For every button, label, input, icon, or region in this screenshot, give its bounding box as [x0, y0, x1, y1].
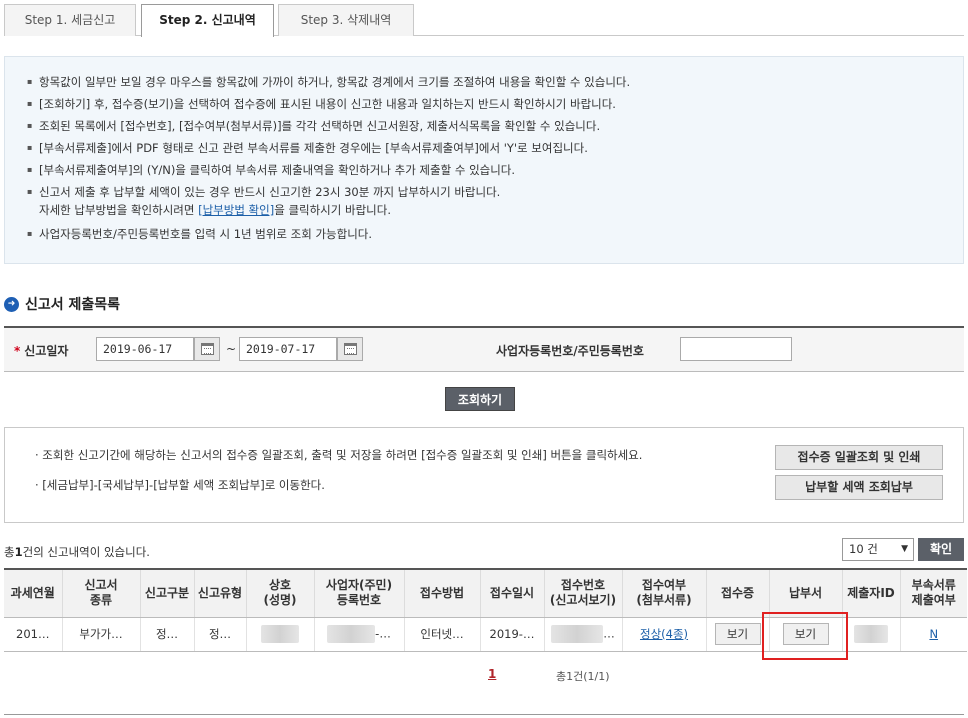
reg-number-suffix: -… — [375, 626, 391, 641]
cell-period: 201… — [4, 617, 63, 652]
redacted-block — [261, 625, 299, 643]
col-header: 신고서 종류 — [62, 568, 141, 618]
result-count: 총1건의 신고내역이 있습니다. — [4, 544, 150, 560]
notice-item: 항목값이 일부만 보일 경우 마우스를 항목값에 가까이 하거나, 항목값 경계… — [27, 71, 630, 93]
date-label: * 신고일자 — [14, 342, 68, 359]
cell-receipt: 보기 — [706, 617, 770, 652]
notice-box: 항목값이 일부만 보일 경우 마우스를 항목값에 가까이 하거나, 항목값 경계… — [4, 56, 964, 264]
table-header-row: 과세연월 신고서 종류 신고구분 신고유형 상호 (성명) 사업자(주민) 등록번호 … — [4, 568, 967, 618]
date-range-separator: ~ — [226, 342, 237, 356]
search-form: * 신고일자 2019-06-17 ~ 2019-07-17 사업자등록번호/주민… — [4, 326, 964, 372]
notice-item-payment: 신고서 제출 후 납부할 세액이 있는 경우 반드시 신고기한 23시 30분 … — [27, 183, 630, 219]
info-text: · 조회한 신고기간에 해당하는 신고서의 접수증 일괄조회, 출력 및 저장을… — [35, 448, 643, 462]
date-to-input[interactable]: 2019-07-17 — [239, 337, 337, 361]
page-size-select[interactable]: 10 건 ▼ — [842, 538, 914, 561]
notice-text: 자세한 납부방법을 확인하시려면 — [39, 203, 199, 217]
results-table: 과세연월 신고서 종류 신고구분 신고유형 상호 (성명) 사업자(주민) 등록번호 … — [4, 568, 967, 652]
date-label-text: 신고일자 — [24, 344, 69, 358]
cell-payment: 보기 — [769, 617, 843, 652]
payment-method-link[interactable]: [납부방법 확인] — [198, 203, 274, 217]
col-header: 제출자ID — [842, 568, 901, 618]
required-mark: * — [14, 344, 21, 358]
cell-status: 정상(4종) — [622, 617, 707, 652]
col-header: 접수증 — [706, 568, 770, 618]
cell-company-name — [246, 617, 315, 652]
redacted-block — [551, 625, 604, 643]
batch-receipt-button[interactable]: 접수증 일괄조회 및 인쇄 — [775, 445, 943, 470]
biz-number-input[interactable] — [680, 337, 792, 361]
date-from-input[interactable]: 2019-06-17 — [96, 337, 194, 361]
col-header: 신고구분 — [140, 568, 195, 618]
notice-item: [부속서류제출]에서 PDF 형태로 신고 관련 부속서류를 제출한 경우에는 … — [27, 137, 630, 159]
calendar-icon[interactable] — [194, 337, 220, 361]
col-header: 접수일시 — [480, 568, 545, 618]
cell-form-type: 부가가… — [62, 617, 141, 652]
divider — [4, 714, 964, 715]
attach-flag-link[interactable]: N — [929, 627, 938, 641]
step-tabs: Step 1. 세금신고 Step 2. 신고내역 Step 3. 삭제내역 — [4, 4, 964, 37]
notice-item: 사업자등록번호/주민등록번호를 입력 시 1년 범위로 조회 가능합니다. — [27, 223, 630, 245]
count-text: 총 — [4, 545, 15, 559]
receipt-number-suffix: … — [603, 626, 615, 641]
chevron-down-icon: ▼ — [901, 544, 908, 554]
col-header: 과세연월 — [4, 568, 63, 618]
section-title: ➜ 신고서 제출목록 — [4, 294, 120, 314]
cell-report-type: 정… — [194, 617, 247, 652]
col-header: 납부서 — [769, 568, 843, 618]
notice-item: 조회된 목록에서 [접수번호], [접수여부(첨부서류)]를 각각 선택하면 신… — [27, 115, 630, 137]
col-header: 상호 (성명) — [246, 568, 315, 618]
cell-reg-number: -… — [314, 617, 405, 652]
search-button[interactable]: 조회하기 — [445, 387, 515, 411]
arrow-circle-icon: ➜ — [4, 296, 19, 312]
tab-step3[interactable]: Step 3. 삭제내역 — [278, 4, 414, 36]
cell-submitter-id — [842, 617, 901, 652]
biz-number-label: 사업자등록번호/주민등록번호 — [496, 344, 644, 358]
table-row: 201… 부가가… 정… 정… -… 인터넷… 2019-… … 정상(4종) … — [4, 617, 967, 652]
cell-method: 인터넷… — [404, 617, 481, 652]
notice-payment-deadline: 신고서 제출 후 납부할 세액이 있는 경우 반드시 신고기한 23시 30분 … — [39, 185, 501, 199]
page-size-value: 10 건 — [849, 542, 878, 556]
tab-step1[interactable]: Step 1. 세금신고 — [4, 4, 136, 36]
redacted-block — [854, 625, 888, 643]
status-link[interactable]: 정상(4종) — [640, 627, 688, 641]
tab-step2[interactable]: Step 2. 신고내역 — [141, 4, 274, 37]
view-payment-button[interactable]: 보기 — [782, 623, 829, 645]
count-text: 건의 신고내역이 있습니다. — [22, 545, 150, 559]
notice-item: [조회하기] 후, 접수증(보기)을 선택하여 접수증에 표시된 내용이 신고한… — [27, 93, 630, 115]
count-number: 1 — [14, 545, 23, 559]
redacted-block — [327, 625, 376, 643]
cell-report-div: 정… — [140, 617, 195, 652]
pay-tax-button[interactable]: 납부할 세액 조회납부 — [775, 475, 943, 500]
notice-payment-method: 자세한 납부방법을 확인하시려면 [납부방법 확인]을 클릭하시기 바랍니다. — [39, 201, 630, 219]
confirm-button[interactable]: 확인 — [918, 538, 964, 561]
col-header: 접수여부 (첨부서류) — [622, 568, 707, 618]
info-box: · 조회한 신고기간에 해당하는 신고서의 접수증 일괄조회, 출력 및 저장을… — [4, 427, 964, 523]
notice-text: 을 클릭하시기 바랍니다. — [274, 203, 391, 217]
page-link-current[interactable]: 1 — [488, 667, 496, 681]
notice-item: [부속서류제출여부]의 (Y/N)을 클릭하여 부속서류 제출내역을 확인하거나… — [27, 159, 630, 181]
col-header: 접수번호 (신고서보기) — [544, 568, 623, 618]
calendar-icon[interactable] — [337, 337, 363, 361]
view-receipt-button[interactable]: 보기 — [714, 623, 761, 645]
info-text: · [세금납부]-[국세납부]-[납부할 세액 조회납부]로 이동한다. — [35, 478, 325, 492]
cell-received-at: 2019-… — [480, 617, 545, 652]
cell-receipt-number[interactable]: … — [544, 617, 623, 652]
cell-attach-flag: N — [900, 617, 967, 652]
col-header: 신고유형 — [194, 568, 247, 618]
col-header: 부속서류 제출여부 — [900, 568, 967, 618]
section-title-text: 신고서 제출목록 — [25, 297, 121, 313]
col-header: 사업자(주민) 등록번호 — [314, 568, 405, 618]
page-info: 총1건(1/1) — [556, 670, 610, 683]
col-header: 접수방법 — [404, 568, 481, 618]
